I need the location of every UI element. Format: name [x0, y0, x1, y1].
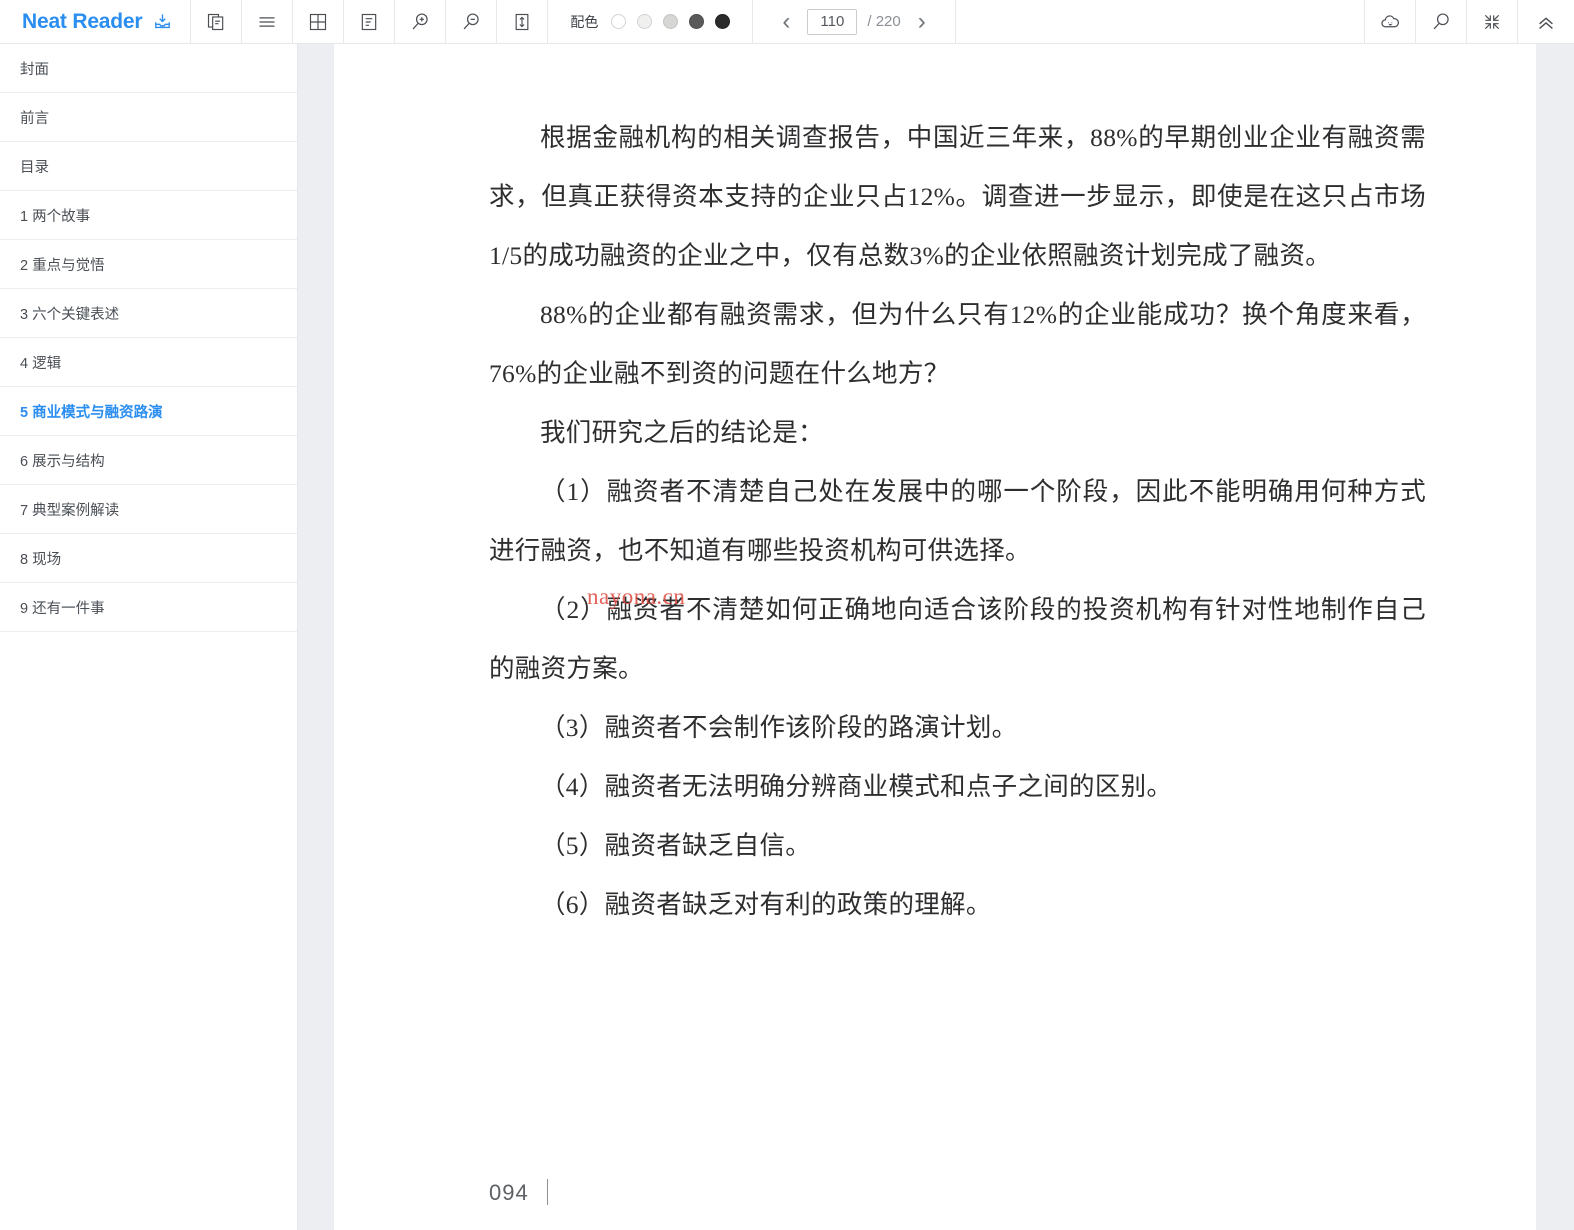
sidebar-item-chapter-6[interactable]: 6 展示与结构	[0, 436, 297, 485]
grid-layout-icon[interactable]	[293, 0, 343, 43]
sidebar-item-chapter-1[interactable]: 1 两个故事	[0, 191, 297, 240]
toolbar-view-buttons	[191, 0, 547, 43]
cloud-sync-icon[interactable]	[1365, 0, 1415, 43]
sidebar-item-chapter-8[interactable]: 8 现场	[0, 534, 297, 583]
copy-pages-icon[interactable]	[191, 0, 241, 43]
list-item-5: （5）融资者缺乏自信。	[540, 831, 812, 860]
paragraph-2: 88%的企业都有融资需求，但为什么只有12%的企业能成功？换个角度来看，76%的…	[489, 300, 1426, 388]
brand[interactable]: Neat Reader	[0, 0, 190, 43]
reader-pane[interactable]: 根据金融机构的相关调查报告，中国近三年来，88%的早期创业企业有融资需求，但真正…	[298, 44, 1574, 1230]
sidebar-item-contents[interactable]: 目录	[0, 142, 297, 191]
page-navigator: ‹ / 220 ›	[753, 0, 954, 43]
color-scheme-label: 配色	[570, 13, 599, 30]
page-sheet: 根据金融机构的相关调查报告，中国近三年来，88%的早期创业企业有融资需求，但真正…	[334, 44, 1536, 1230]
sidebar-item-chapter-5[interactable]: 5 商业模式与融资路演	[0, 387, 297, 436]
neat-reader-app: Neat Reader 配色 ‹ 110 / 220 › 封面 前言 目录 1 …	[0, 0, 1574, 1230]
color-swatch-3[interactable]	[663, 14, 679, 29]
search-icon[interactable]	[1416, 0, 1466, 43]
page-footer: 094	[489, 1174, 548, 1206]
note-panel-icon[interactable]	[344, 0, 394, 43]
toc-list: 封面 前言 目录 1 两个故事 2 重点与觉悟 3 六个关键表述 4 逻辑 5 …	[0, 44, 297, 632]
page-content: 根据金融机构的相关调查报告，中国近三年来，88%的早期创业企业有融资需求，但真正…	[334, 44, 1536, 934]
prev-page-button[interactable]: ‹	[775, 8, 797, 35]
sidebar-item-preface[interactable]: 前言	[0, 93, 297, 142]
sidebar-item-cover[interactable]: 封面	[0, 44, 297, 93]
page-number: 094	[489, 1180, 529, 1205]
color-swatch-2[interactable]	[637, 14, 653, 29]
page-number-input[interactable]	[807, 8, 858, 35]
page-total-label: / 220	[867, 13, 901, 30]
list-item-2: （2）融资者不清楚如何正确地向适合该阶段的投资机构有针对性地制作自己的融资方案。	[489, 595, 1426, 683]
list-item-3: （3）融资者不会制作该阶段的路演计划。	[540, 713, 1018, 742]
sidebar-item-chapter-3[interactable]: 3 六个关键表述	[0, 289, 297, 338]
sidebar-item-chapter-9[interactable]: 9 还有一件事	[0, 583, 297, 632]
top-toolbar: Neat Reader 配色 ‹ 110 / 220 ›	[0, 0, 1574, 44]
sidebar-item-chapter-4[interactable]: 4 逻辑	[0, 338, 297, 387]
sidebar-item-chapter-7[interactable]: 7 典型案例解读	[0, 485, 297, 534]
brand-name: Neat Reader	[22, 9, 143, 33]
paragraph-3: 我们研究之后的结论是：	[540, 418, 824, 447]
list-item-6: （6）融资者缺乏对有利的政策的理解。	[540, 890, 992, 919]
footer-divider	[546, 1179, 548, 1205]
color-swatch-5[interactable]	[715, 14, 731, 29]
toc-sidebar: 封面 前言 目录 1 两个故事 2 重点与觉悟 3 六个关键表述 4 逻辑 5 …	[0, 44, 298, 1230]
main-body: 封面 前言 目录 1 两个故事 2 重点与觉悟 3 六个关键表述 4 逻辑 5 …	[0, 44, 1574, 1230]
paragraph-1: 根据金融机构的相关调查报告，中国近三年来，88%的早期创业企业有融资需求，但真正…	[489, 123, 1426, 270]
chevron-up-icon[interactable]	[1518, 0, 1574, 43]
download-tray-icon[interactable]	[153, 12, 172, 31]
color-swatch-4[interactable]	[689, 14, 705, 29]
collapse-icon[interactable]	[1467, 0, 1517, 43]
list-item-4: （4）融资者无法明确分辨商业模式和点子之间的区别。	[540, 772, 1173, 801]
next-page-button[interactable]: ›	[911, 8, 933, 35]
list-item-1: （1）融资者不清楚自己处在发展中的哪一个阶段，因此不能明确用何种方式进行融资，也…	[489, 477, 1426, 565]
zoom-out-icon[interactable]	[446, 0, 496, 43]
color-scheme-group: 配色	[548, 0, 752, 43]
list-lines-icon[interactable]	[242, 0, 292, 43]
fit-height-icon[interactable]	[497, 0, 547, 43]
zoom-in-icon[interactable]	[395, 0, 445, 43]
color-swatch-1[interactable]	[611, 14, 627, 29]
sidebar-item-chapter-2[interactable]: 2 重点与觉悟	[0, 240, 297, 289]
